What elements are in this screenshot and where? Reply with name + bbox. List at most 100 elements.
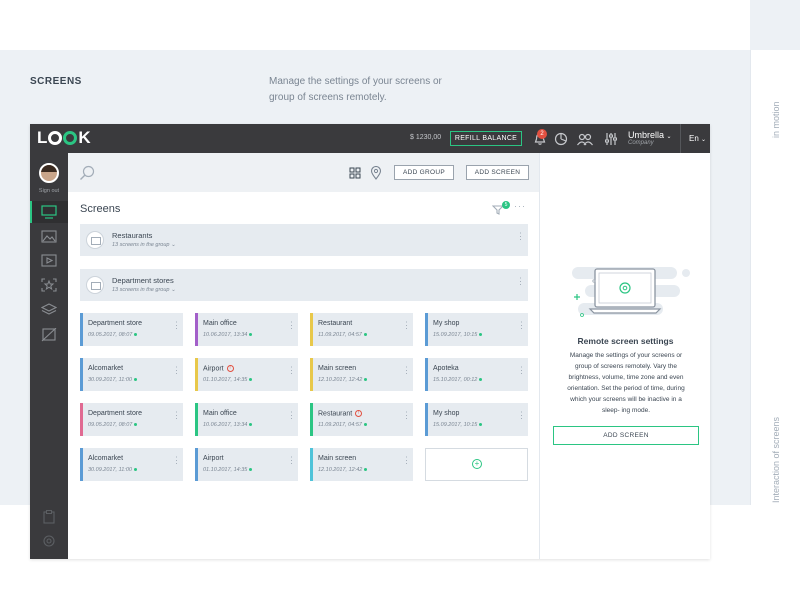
screen-date: 11.09.2017, 04:57	[318, 422, 367, 428]
screen-date: 30.09.2017, 11:00	[88, 467, 137, 473]
group-count: 13 screens in the group ⌄	[112, 242, 176, 248]
screen-card[interactable]: Alcomarket 30.09.2017, 11:00	[80, 448, 183, 481]
card-menu-icon[interactable]	[402, 324, 405, 328]
screen-card[interactable]: Main office 10.06.2017, 13:34	[195, 313, 298, 346]
screen-card[interactable]: Main screen 12.10.2017, 12:42	[310, 358, 413, 391]
screen-card[interactable]: Airport 01.10.2017, 14:35	[195, 448, 298, 481]
status-dot	[479, 333, 483, 337]
group-menu-icon[interactable]	[516, 235, 519, 239]
star-frame-icon	[41, 278, 57, 292]
add-screen-card[interactable]: +	[425, 448, 528, 481]
screen-date: 11.09.2017, 04:57	[318, 332, 367, 338]
screen-card[interactable]: Restaurant 11.09.2017, 04:57	[310, 313, 413, 346]
screen-card[interactable]: Apoteka 15.10.2017, 00:12	[425, 358, 528, 391]
card-menu-icon[interactable]	[517, 414, 520, 418]
screen-date: 10.06.2017, 13:34	[203, 332, 253, 338]
screen-name: Main office	[203, 410, 237, 417]
add-group-button[interactable]: ADD GROUP	[394, 165, 454, 180]
filter-count-badge: 5	[502, 201, 510, 209]
screen-card[interactable]: Department store 09.05.2017, 08:07	[80, 313, 183, 346]
video-icon	[41, 254, 57, 267]
language-selector[interactable]: En ⌄	[689, 134, 706, 143]
status-dot	[364, 468, 368, 472]
card-menu-icon[interactable]	[402, 459, 405, 463]
add-screen-button[interactable]: ADD SCREEN	[466, 165, 529, 180]
side-label-bottom: Interaction of screens	[771, 416, 781, 503]
screen-name: My shop	[433, 410, 460, 417]
card-menu-icon[interactable]	[172, 324, 175, 328]
warning-icon: !	[226, 365, 234, 372]
card-menu-icon[interactable]	[172, 369, 175, 373]
add-screen-panel-button[interactable]: ADD SCREEN	[553, 426, 699, 445]
card-menu-icon[interactable]	[287, 324, 290, 328]
sidebar-item-favorites[interactable]	[30, 274, 68, 296]
screen-name: Airport!	[203, 365, 234, 372]
group-row[interactable]: Restaurants 13 screens in the group ⌄	[80, 224, 528, 256]
sidebar-item-images[interactable]	[30, 226, 68, 248]
screen-name: Alcomarket	[88, 455, 124, 462]
group-menu-icon[interactable]	[516, 280, 519, 284]
screen-card[interactable]: Main office 10.06.2017, 13:34	[195, 403, 298, 436]
page: SCREENS Manage the settings of your scre…	[0, 0, 800, 600]
look-logo[interactable]: LK	[37, 128, 91, 147]
panel-description: Manage the settings of your screens or g…	[567, 352, 685, 414]
card-menu-icon[interactable]	[402, 414, 405, 418]
search-icon[interactable]	[79, 165, 95, 181]
language-label: En	[689, 134, 699, 143]
status-dot	[363, 333, 367, 337]
card-menu-icon[interactable]	[287, 414, 290, 418]
refill-balance-button[interactable]: REFILL BALANCE	[450, 131, 522, 146]
screen-name: Apoteka	[433, 365, 459, 372]
screen-date: 01.10.2017, 14:35	[203, 377, 253, 383]
card-menu-icon[interactable]	[517, 369, 520, 373]
card-menu-icon[interactable]	[172, 459, 175, 463]
sidebar-item-clipboard[interactable]	[30, 506, 68, 528]
sidebar-item-video[interactable]	[30, 250, 68, 272]
group-row[interactable]: Department stores 13 screens in the grou…	[80, 269, 528, 301]
settings-sliders-icon[interactable]	[603, 131, 619, 147]
remote-screen-illustration	[572, 267, 690, 317]
company-switcher[interactable]: Umbrella ⌄ Company	[628, 130, 672, 146]
screen-card[interactable]: Airport! 01.10.2017, 14:35	[195, 358, 298, 391]
screen-card[interactable]: My shop 15.09.2017, 10:15	[425, 313, 528, 346]
screen-date: 12.10.2017, 12:42	[318, 377, 368, 383]
screen-name: Alcomarket	[88, 365, 124, 372]
card-menu-icon[interactable]	[287, 459, 290, 463]
image-icon	[41, 230, 57, 243]
screen-name: Restaurant	[318, 320, 353, 327]
screen-card[interactable]: Alcomarket 30.09.2017, 11:00	[80, 358, 183, 391]
screen-card[interactable]: Main screen 12.10.2017, 12:42	[310, 448, 413, 481]
screen-card[interactable]: My shop 15.09.2017, 10:15	[425, 403, 528, 436]
card-menu-icon[interactable]	[517, 324, 520, 328]
group-count: 13 screens in the group ⌄	[112, 287, 176, 293]
sidebar-item-settings[interactable]	[30, 530, 68, 552]
image-off-icon	[41, 328, 57, 342]
top-bar: LK $ 1230,00 REFILL BALANCE 2 Umbrella ⌄…	[30, 124, 710, 153]
avatar[interactable]	[39, 163, 59, 183]
sign-out-link[interactable]: Sign out	[30, 188, 68, 194]
card-menu-icon[interactable]	[172, 414, 175, 418]
screen-card[interactable]: Department store 09.05.2017, 08:07	[80, 403, 183, 436]
vertical-divider	[750, 50, 751, 505]
section-title: SCREENS	[30, 76, 82, 87]
screen-date: 09.05.2017, 08:07	[88, 422, 138, 428]
panel-title: Remote screen settings	[577, 336, 674, 346]
sidebar-item-layers[interactable]	[30, 299, 68, 321]
screen-name: Department store	[88, 410, 143, 417]
map-pin-icon[interactable]	[370, 166, 382, 180]
card-menu-icon[interactable]	[402, 369, 405, 373]
screen-date: 30.09.2017, 11:00	[88, 377, 137, 383]
screen-card[interactable]: Restaurant! 11.09.2017, 04:57	[310, 403, 413, 436]
sidebar-item-no-image[interactable]	[30, 324, 68, 346]
status-dot	[363, 423, 367, 427]
screen-date: 09.05.2017, 08:07	[88, 332, 138, 338]
pie-chart-icon[interactable]	[553, 131, 569, 147]
sidebar: Sign out	[30, 153, 68, 559]
more-options-icon[interactable]: ···	[514, 201, 526, 211]
screen-date: 12.10.2017, 12:42	[318, 467, 368, 473]
card-menu-icon[interactable]	[287, 369, 290, 373]
sidebar-item-screens[interactable]	[30, 201, 68, 223]
grid-view-icon[interactable]	[349, 167, 361, 179]
users-icon[interactable]	[576, 131, 594, 147]
status-dot	[134, 333, 138, 337]
